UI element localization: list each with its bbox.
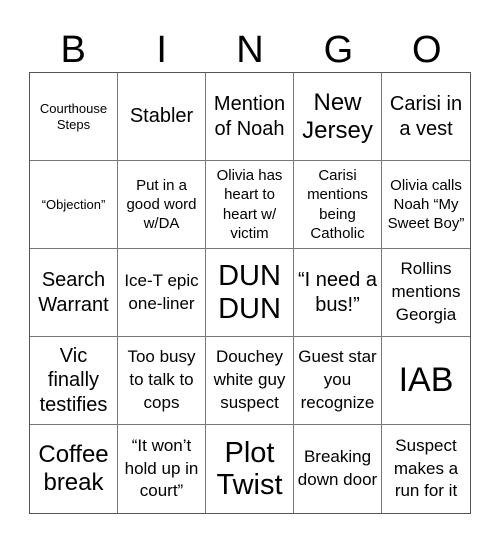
cell-text: Rollins mentions Georgia [391,259,461,324]
cell-text: Suspect makes a run for it [393,435,459,501]
cell-text: Guest star you recognize [298,347,377,412]
bingo-header: B I N G O [29,20,471,72]
bingo-cell[interactable]: Ice-T epic one-liner [118,249,206,337]
bingo-cell[interactable]: Guest star you recognize [294,337,382,425]
cell-text: Carisi in a vest [389,93,463,140]
bingo-cell[interactable]: Coffee break [30,425,118,513]
cell-text: Mention of Noah [213,93,286,140]
bingo-cell[interactable]: Vic finally testifies [30,337,118,425]
cell-text: Courthouse Steps [39,100,108,132]
cell-text: Olivia calls Noah “My Sweet Boy” [387,176,465,233]
bingo-cell[interactable]: “I need a bus!” [294,249,382,337]
bingo-cell[interactable]: Too busy to talk to cops [118,337,206,425]
bingo-cell[interactable]: Mention of Noah [206,73,294,161]
bingo-cell[interactable]: “Objection” [30,161,118,249]
header-letter-g: G [323,29,354,71]
bingo-cell[interactable]: Put in a good word w/DA [118,161,206,249]
bingo-cell[interactable]: DUN DUN [206,249,294,337]
bingo-cell[interactable]: Carisi mentions being Catholic [294,161,382,249]
cell-text: “Objection” [41,196,106,212]
cell-text: Stabler [129,105,194,128]
bingo-cell[interactable]: Suspect makes a run for it [382,425,470,513]
cell-text: Ice-T epic one-liner [124,270,199,313]
bingo-cell[interactable]: Douchey white guy suspect [206,337,294,425]
header-letter-o: O [412,29,442,71]
bingo-cell[interactable]: Olivia calls Noah “My Sweet Boy” [382,161,470,249]
cell-text: “I need a bus!” [298,269,377,316]
cell-text: Search Warrant [38,269,109,316]
bingo-board: Courthouse Steps Stabler Mention of Noah… [29,72,471,514]
header-letter-i: I [156,29,167,71]
bingo-cell[interactable]: Courthouse Steps [30,73,118,161]
bingo-cell[interactable]: Search Warrant [30,249,118,337]
cell-text: Olivia has heart to heart w/ victim [216,167,283,242]
cell-text: Plot Twist [216,436,283,501]
cell-text: “It won’t hold up in court” [124,435,199,501]
cell-text: Too busy to talk to cops [127,347,196,412]
bingo-cell[interactable]: Breaking down door [294,425,382,513]
bingo-cell[interactable]: Carisi in a vest [382,73,470,161]
bingo-cell[interactable]: Rollins mentions Georgia [382,249,470,337]
bingo-cell[interactable]: Plot Twist [206,425,294,513]
cell-text: Coffee break [38,441,109,496]
bingo-cell[interactable]: Olivia has heart to heart w/ victim [206,161,294,249]
header-letter-n: N [236,29,264,71]
cell-text: IAB [398,360,454,399]
cell-text: Vic finally testifies [39,344,108,416]
bingo-cell[interactable]: IAB [382,337,470,425]
header-letter-b: B [60,29,86,71]
cell-text: Put in a good word w/DA [126,176,197,233]
cell-text: Breaking down door [297,447,378,489]
cell-text: Carisi mentions being Catholic [307,167,368,242]
bingo-cell[interactable]: Stabler [118,73,206,161]
bingo-cell[interactable]: New Jersey [294,73,382,161]
cell-text: New Jersey [302,88,373,144]
bingo-cell[interactable]: “It won’t hold up in court” [118,425,206,513]
cell-text: DUN DUN [218,260,281,325]
cell-text: Douchey white guy suspect [213,347,286,412]
